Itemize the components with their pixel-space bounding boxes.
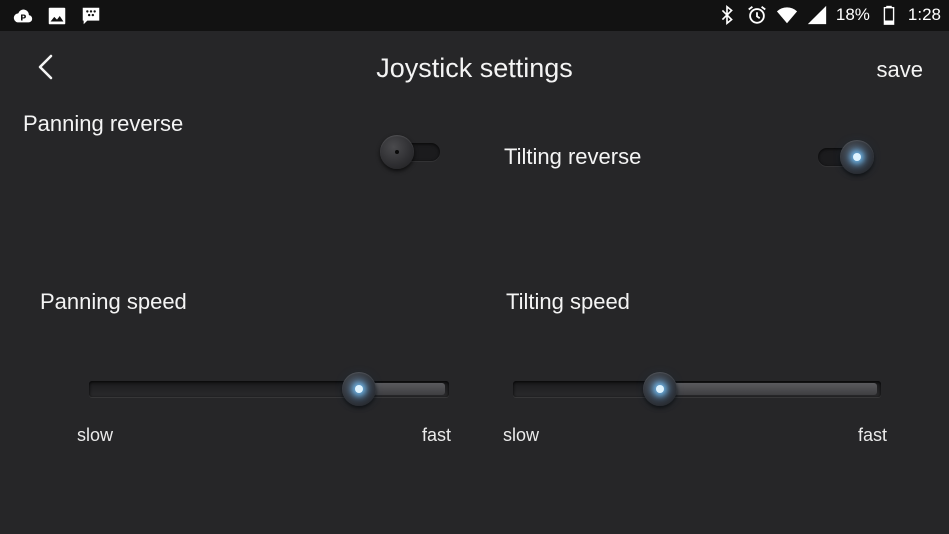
battery-icon xyxy=(878,4,900,26)
tilting-slow-label: slow xyxy=(503,425,540,445)
tilting-fast-label: fast xyxy=(858,425,888,445)
panning-speed-slider[interactable] xyxy=(89,369,449,409)
tilting-reverse-toggle[interactable] xyxy=(814,139,876,175)
panning-speed-label: Panning speed xyxy=(40,289,187,314)
toggle-knob xyxy=(840,140,874,174)
page-title: Joystick settings xyxy=(376,53,573,83)
panning-slow-label: slow xyxy=(77,425,114,445)
clock: 1:28 xyxy=(907,5,941,24)
status-bar: P 18% 1:28 xyxy=(0,0,949,31)
slider-thumb[interactable] xyxy=(643,372,677,406)
cloud-p-icon: P xyxy=(12,5,34,27)
tilting-speed-slider[interactable] xyxy=(513,369,881,409)
tilting-reverse-label: Tilting reverse xyxy=(504,144,642,169)
status-bar-right: 18% 1:28 xyxy=(716,4,941,26)
status-bar-left: P xyxy=(12,5,102,27)
wifi-icon xyxy=(776,4,798,26)
panning-reverse-toggle[interactable] xyxy=(380,134,442,170)
tilting-speed-label: Tilting speed xyxy=(506,289,630,314)
blackberry-icon xyxy=(80,5,102,27)
image-icon xyxy=(46,5,68,27)
signal-icon xyxy=(806,4,828,26)
app-header: Joystick settings save xyxy=(0,31,949,107)
bluetooth-icon xyxy=(716,4,738,26)
slider-remaining xyxy=(369,383,445,395)
panning-fast-label: fast xyxy=(422,425,452,445)
slider-thumb[interactable] xyxy=(342,372,376,406)
svg-text:P: P xyxy=(20,13,26,23)
toggle-knob xyxy=(380,135,414,169)
save-button[interactable]: save xyxy=(877,57,923,83)
slider-remaining xyxy=(670,383,877,395)
panning-reverse-label: Panning reverse xyxy=(23,111,184,136)
battery-percent: 18% xyxy=(835,5,870,24)
alarm-icon xyxy=(746,4,768,26)
